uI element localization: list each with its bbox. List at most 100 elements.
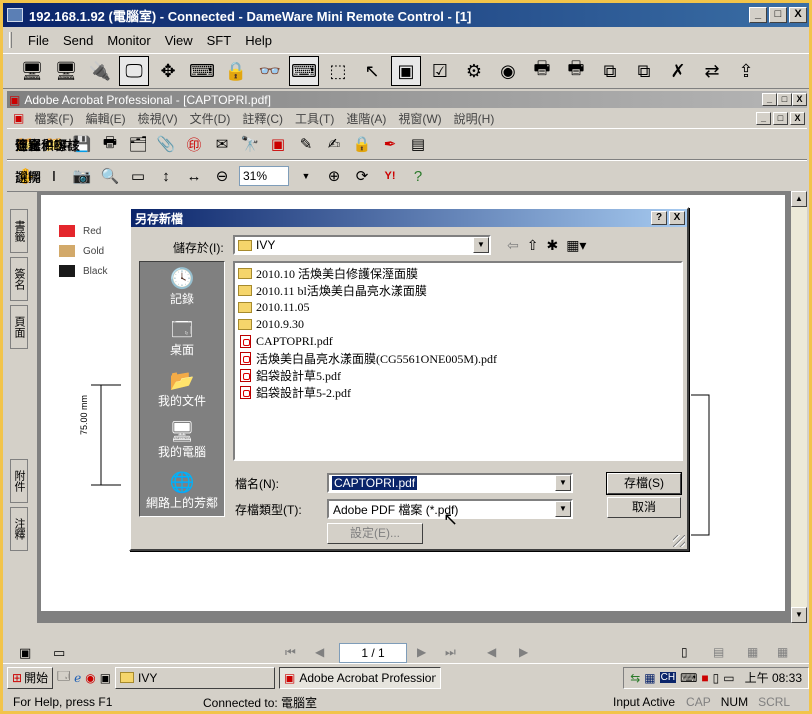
quicklaunch-ie-icon[interactable]: ℯ (74, 671, 81, 685)
zoom-out-icon[interactable]: ⊖ (211, 165, 233, 187)
quicklaunch-other-icon[interactable]: ▣ (100, 671, 111, 685)
menu-sft[interactable]: SFT (200, 33, 239, 48)
checklist-icon[interactable]: ☑ (425, 56, 455, 86)
acrobat-menu-edit[interactable]: 編輯(E) (80, 110, 132, 127)
tray-icon[interactable]: ▯ (713, 671, 720, 685)
fullscreen-icon[interactable]: ▣ (391, 56, 421, 86)
taskbar-item-folder[interactable]: IVY (115, 666, 276, 689)
tab-bookmarks[interactable]: 書籤 (10, 209, 28, 253)
file-list[interactable]: 2010.10 活煥美白修護保溼面膜 2010.11 bl活煥美白晶亮水漾面膜 … (233, 261, 683, 461)
title-bar[interactable]: 192.168.1.92 (電腦室) - Connected - DameWar… (3, 3, 809, 27)
tray-icon[interactable]: ⇆ (630, 671, 640, 685)
rotate-icon[interactable]: ⟳ (351, 165, 373, 187)
back-view-icon[interactable]: ◀ (487, 645, 496, 659)
acrobat-menu-comments[interactable]: 註釋(C) (236, 110, 289, 127)
zoom-in-icon[interactable]: ⊕ (323, 165, 345, 187)
network-icon[interactable]: ⧉ (595, 56, 625, 86)
tray-icon[interactable]: ■ (701, 671, 708, 685)
taskbar-item-acrobat[interactable]: ▣ Adobe Acrobat Professiona... (279, 666, 442, 689)
organize-icon[interactable]: 🗂 (127, 133, 149, 155)
acrobat-menu-help[interactable]: 說明(H) (448, 110, 501, 127)
last-page-icon[interactable]: ⏭ (445, 645, 456, 660)
actual-size-icon[interactable]: ▭ (127, 165, 149, 187)
quicklaunch-media-icon[interactable]: ◉ (85, 671, 95, 685)
quicklaunch-desktop-icon[interactable]: 🗔 (57, 667, 70, 688)
options-icon[interactable]: ▭ (53, 645, 65, 661)
fit-page-icon[interactable]: ↕ (155, 165, 177, 187)
place-history[interactable]: 🕓 記錄 (140, 262, 224, 313)
fit-width-icon[interactable]: ↔ (183, 165, 205, 187)
tab-signatures[interactable]: 簽名 (10, 257, 28, 301)
layout-icon[interactable]: ▣ (19, 645, 31, 661)
place-my-computer[interactable]: 🖥 我的電腦 (140, 415, 224, 466)
dialog-titlebar[interactable]: 另存新檔 ? X (131, 209, 687, 227)
list-item[interactable]: CAPTOPRI.pdf (237, 333, 679, 350)
place-desktop[interactable]: 🗔 桌面 (140, 313, 224, 364)
acrobat-titlebar[interactable]: ▣ Adobe Acrobat Professional - [CAPTOPRI… (7, 91, 807, 108)
print-icon[interactable]: 🖶 (99, 133, 121, 155)
acrobat-menu-tools[interactable]: 工具(T) (289, 110, 340, 127)
acrobat-minimize-button[interactable]: _ (762, 93, 777, 106)
snapshot-icon[interactable]: 📷 (71, 165, 93, 187)
place-network[interactable]: 🌐 網路上的芳鄰 (140, 466, 224, 517)
continuous-facing-icon[interactable]: ▦ (777, 645, 788, 659)
disconnect-icon[interactable]: 🖥 (51, 56, 81, 86)
resize-grip[interactable] (673, 535, 685, 547)
sign-icon[interactable]: ✒ (379, 133, 401, 155)
acrobat-menu-view[interactable]: 檢視(V) (132, 110, 184, 127)
cancel-button[interactable]: 取消 (607, 497, 681, 518)
view-menu-icon[interactable]: ▦▾ (566, 237, 586, 254)
cursor-icon[interactable]: ↖ (357, 56, 387, 86)
attach-icon[interactable]: 📎 (155, 133, 177, 155)
help-icon[interactable]: ? (407, 165, 429, 187)
close-button[interactable]: X (789, 7, 807, 23)
list-item[interactable]: 鋁袋設計草5.pdf (237, 367, 679, 384)
tab-attachments[interactable]: 附件 (10, 459, 28, 503)
secure-icon[interactable]: 🔒 (351, 133, 373, 155)
transfer-icon[interactable]: ⇄ (697, 56, 727, 86)
help-button[interactable]: 說明 (15, 167, 41, 186)
doc-minimize-button[interactable]: _ (756, 111, 771, 125)
print-icon[interactable]: 🖶 (527, 56, 557, 86)
acrobat-menu-file[interactable]: 檔案(F) (28, 110, 79, 127)
doc-close-button[interactable]: X (790, 111, 805, 125)
forward-view-icon[interactable]: ▶ (519, 645, 528, 659)
print-setup-icon[interactable]: 🖶 (561, 56, 591, 86)
scroll-up-button[interactable]: ▲ (791, 191, 807, 207)
maximize-button[interactable]: □ (769, 7, 787, 23)
zoom-in-tool-icon[interactable]: 🔍 (99, 165, 121, 187)
save-button[interactable]: 存檔(S) (606, 472, 682, 495)
email-icon[interactable]: ✉ (211, 133, 233, 155)
dialog-close-button[interactable]: X (669, 211, 685, 225)
disconnect-network-icon[interactable]: ✗ (663, 56, 693, 86)
page-number-input[interactable]: 1 / 1 (339, 643, 407, 663)
menu-monitor[interactable]: Monitor (100, 33, 157, 48)
zoom-dropdown-icon[interactable]: ▼ (295, 165, 317, 187)
list-item[interactable]: 活煥美白晶亮水漾面膜(CG5561ONE005M).pdf (237, 350, 679, 367)
clock[interactable]: 上午 08:33 (745, 669, 802, 686)
tab-comments[interactable]: 注釋 (10, 507, 28, 551)
menu-send[interactable]: Send (56, 33, 100, 48)
new-folder-icon[interactable]: ✱ (546, 237, 558, 254)
disk-icon[interactable]: ◉ (493, 56, 523, 86)
prev-page-icon[interactable]: ◀ (315, 645, 324, 659)
move-icon[interactable]: ✥ (153, 56, 183, 86)
stamp-icon[interactable]: ㊞ (183, 133, 205, 155)
acrobat-menu-advanced[interactable]: 進階(A) (340, 110, 392, 127)
review-icon[interactable]: ✍ (323, 133, 345, 155)
acrobat-menu-document[interactable]: 文件(D) (184, 110, 237, 127)
export-icon[interactable]: ⇪ (731, 56, 761, 86)
chevron-down-icon[interactable]: ▼ (555, 501, 571, 517)
vertical-scrollbar[interactable]: ▲ ▼ (791, 191, 807, 623)
up-folder-icon[interactable]: ⇧ (527, 237, 539, 254)
scroll-down-button[interactable]: ▼ (791, 607, 807, 623)
doc-restore-button[interactable]: □ (773, 111, 788, 125)
lock-icon[interactable]: 🔒 (221, 56, 251, 86)
create-pdf-icon[interactable]: ▣ (267, 133, 289, 155)
place-my-documents[interactable]: 📂 我的文件 (140, 364, 224, 415)
menu-file[interactable]: File (21, 33, 56, 48)
zoom-input[interactable]: 31% (239, 166, 289, 186)
acrobat-menu-window[interactable]: 視窗(W) (392, 110, 447, 127)
ime-indicator[interactable]: CH (659, 672, 677, 683)
single-page-icon[interactable]: ▯ (681, 645, 688, 659)
